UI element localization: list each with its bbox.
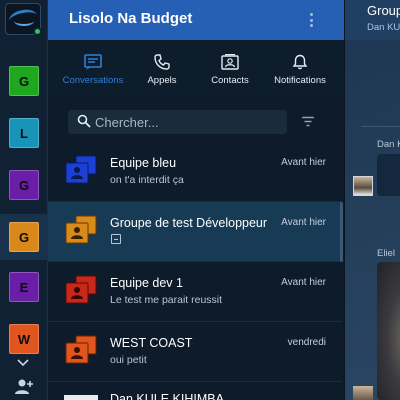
rail-item-5[interactable]: E bbox=[9, 272, 39, 302]
message-image[interactable] bbox=[377, 262, 400, 400]
tab-conversations[interactable]: Conversations bbox=[60, 40, 126, 96]
message-bubble: W bbox=[377, 154, 400, 196]
conversation-row[interactable]: Equipe dev 1 Avant hier Le test me parai… bbox=[48, 262, 342, 322]
avatar bbox=[353, 386, 373, 400]
conversation-name: Dan KULE KIHIMBA bbox=[110, 392, 224, 400]
chat-icon bbox=[84, 54, 102, 70]
conversation-time: Avant hier bbox=[281, 217, 326, 228]
contact-card-icon bbox=[221, 54, 239, 70]
list-scrollbar[interactable] bbox=[340, 202, 343, 262]
image-attachment-icon bbox=[111, 234, 121, 244]
conversation-name: Equipe bleu bbox=[110, 156, 177, 170]
bell-icon bbox=[292, 54, 308, 70]
phone-icon bbox=[154, 54, 170, 70]
tab-label: Notifications bbox=[274, 75, 326, 86]
avatar bbox=[353, 176, 373, 196]
messenger-app: G L G G E W Lisolo Na Budget Conversatio… bbox=[0, 0, 400, 400]
chat-subtitle: Dan KULE KIHIMBA bbox=[367, 22, 400, 33]
rail-item-4[interactable]: G bbox=[9, 222, 39, 252]
conversation-last-message: Le test me parait reussit bbox=[110, 294, 223, 306]
add-user-icon[interactable] bbox=[14, 378, 34, 396]
group-avatar-icon bbox=[65, 275, 97, 304]
rail-item-3[interactable]: G bbox=[9, 170, 39, 200]
rail-item-1[interactable]: G bbox=[9, 66, 39, 96]
avatar bbox=[64, 395, 98, 400]
conversation-time: Avant hier bbox=[281, 277, 326, 288]
rail-item-6[interactable]: W bbox=[9, 324, 39, 354]
tab-notifications[interactable]: Notifications bbox=[270, 40, 330, 96]
conversation-row[interactable]: Dan KULE KIHIMBA bbox=[48, 382, 342, 400]
group-avatar-icon bbox=[65, 155, 97, 184]
chat-title: Groupe de test Développeur bbox=[367, 3, 400, 18]
group-avatar-icon bbox=[65, 215, 97, 244]
rail-item-2[interactable]: L bbox=[9, 118, 39, 148]
conversation-list: Equipe bleu Avant hier on t'a interdit ç… bbox=[48, 142, 342, 400]
tab-appels[interactable]: Appels bbox=[134, 40, 190, 96]
chevron-down-icon[interactable] bbox=[17, 356, 29, 370]
search-bar bbox=[68, 110, 287, 134]
app-header: Lisolo Na Budget bbox=[48, 0, 344, 40]
tab-contacts[interactable]: Contacts bbox=[202, 40, 258, 96]
conversation-time: vendredi bbox=[287, 337, 326, 348]
conversation-row[interactable]: Equipe bleu Avant hier on t'a interdit ç… bbox=[48, 142, 342, 202]
message-sender: Dan KULE KIHIMBA bbox=[377, 139, 400, 150]
conversation-time: Avant hier bbox=[281, 157, 326, 168]
conversation-last-message: oui petit bbox=[110, 354, 147, 366]
conversation-name: Groupe de test Développeur bbox=[110, 216, 268, 230]
conversation-name: Equipe dev 1 bbox=[110, 276, 183, 290]
chat-pane: Groupe de test Développeur Dan KULE KIHI… bbox=[344, 0, 400, 400]
workspace-rail: G L G G E W bbox=[0, 0, 48, 400]
tab-bar: Conversations Appels Contacts Notificati… bbox=[48, 40, 344, 96]
filter-icon[interactable] bbox=[301, 116, 315, 127]
conversation-last-message: on t'a interdit ça bbox=[110, 174, 184, 186]
conversation-row[interactable]: WEST COAST vendredi oui petit bbox=[48, 322, 342, 382]
tab-label: Conversations bbox=[62, 75, 124, 86]
message-sender: Eliel bbox=[377, 248, 395, 259]
divider bbox=[361, 126, 400, 127]
search-input[interactable] bbox=[95, 113, 280, 131]
app-title: Lisolo Na Budget bbox=[69, 10, 193, 27]
more-menu-icon[interactable] bbox=[310, 13, 314, 27]
online-status-dot bbox=[33, 27, 42, 36]
chat-header: Groupe de test Développeur Dan KULE KIHI… bbox=[345, 0, 400, 40]
search-icon bbox=[77, 114, 91, 128]
conversation-name: WEST COAST bbox=[110, 336, 193, 350]
tab-label: Contacts bbox=[211, 75, 249, 86]
group-avatar-icon bbox=[65, 335, 97, 364]
tab-label: Appels bbox=[147, 75, 177, 86]
conversation-row-selected[interactable]: Groupe de test Développeur Avant hier bbox=[48, 202, 342, 262]
